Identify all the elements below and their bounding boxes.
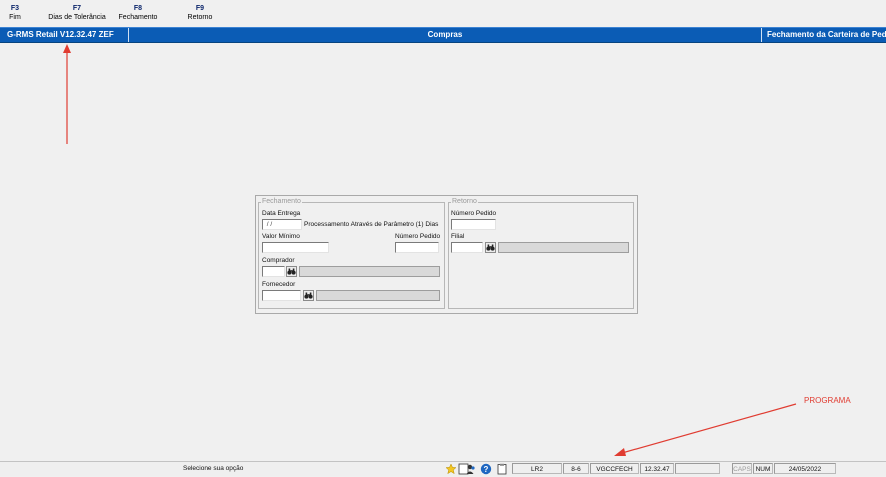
status-cell-blank	[675, 463, 720, 474]
status-cell-date: 24/05/2022	[774, 463, 836, 474]
processamento-text: Processamento Através de Parâmetro (1) D…	[304, 221, 439, 228]
help-icon[interactable]: ?	[480, 463, 492, 475]
retorno-legend: Retorno	[452, 198, 477, 205]
binoculars-icon	[304, 292, 313, 299]
comprador-lookup-button[interactable]	[286, 266, 297, 277]
binoculars-icon	[287, 268, 296, 275]
program-title: Fechamento da Carteira de Ped	[767, 30, 886, 39]
f8-label: Fechamento	[118, 14, 158, 21]
f7-key: F7	[72, 5, 82, 12]
comprador-field[interactable]	[262, 266, 285, 277]
users-icon[interactable]	[458, 463, 476, 475]
status-message: Selecione sua opção	[183, 465, 244, 472]
f9-label: Retorno	[187, 14, 213, 21]
fornecedor-field[interactable]	[262, 290, 301, 301]
filial-label: Filial	[451, 233, 465, 240]
annotation-arrow-programa	[614, 403, 797, 456]
f9-key: F9	[195, 5, 205, 12]
status-cell-num: NUM	[753, 463, 773, 474]
binoculars-icon	[486, 244, 495, 251]
retorno-numero-pedido-label: Número Pedido	[451, 210, 497, 217]
status-cell-version: 8-6	[563, 463, 589, 474]
filial-description	[498, 242, 629, 253]
data-entrega-label: Data Entrega	[262, 210, 301, 217]
svg-text:?: ?	[484, 465, 489, 474]
status-cell-lr2: LR2	[512, 463, 562, 474]
valor-minimo-field[interactable]	[262, 242, 329, 253]
fechamento-retorno-form: Fechamento Data Entrega Processamento At…	[255, 195, 638, 314]
f8-fechamento-button[interactable]: F8 Fechamento	[115, 4, 161, 22]
status-bar: Selecione sua opção ? LR2 8-6 VGCCFECH 1…	[0, 461, 886, 476]
title-divider	[761, 28, 762, 42]
star-icon[interactable]	[445, 463, 457, 475]
filial-field[interactable]	[451, 242, 483, 253]
f8-key: F8	[133, 5, 143, 12]
comprador-label: Comprador	[262, 257, 295, 264]
numero-pedido-label: Número Pedido	[395, 233, 441, 240]
comprador-description	[299, 266, 440, 277]
function-key-bar: F3 Fim F7 Dias de Tolerância F8 Fechamen…	[0, 0, 886, 26]
f3-label: Fim	[9, 14, 21, 21]
status-cell-caps: CAPS	[732, 463, 752, 474]
module-title: Compras	[427, 30, 463, 39]
f7-label: Dias de Tolerância	[48, 14, 106, 21]
status-cell-program: VGCCFECH	[590, 463, 639, 474]
fornecedor-lookup-button[interactable]	[303, 290, 314, 301]
data-entrega-field[interactable]	[262, 219, 302, 230]
f7-dias-tolerancia-button[interactable]: F7 Dias de Tolerância	[44, 4, 110, 22]
f9-retorno-button[interactable]: F9 Retorno	[183, 4, 217, 22]
fechamento-legend: Fechamento	[262, 198, 301, 205]
retorno-numero-pedido-field[interactable]	[451, 219, 496, 230]
app-version-title: G-RMS Retail V12.32.47 ZEF	[7, 30, 114, 39]
numero-pedido-field[interactable]	[395, 242, 439, 253]
clipboard-icon[interactable]	[496, 463, 508, 475]
title-bar: G-RMS Retail V12.32.47 ZEF Compras Fecha…	[0, 27, 886, 43]
annotation-arrow-up	[63, 44, 71, 144]
fornecedor-label: Fornecedor	[262, 281, 296, 288]
valor-minimo-label: Valor Mínimo	[262, 233, 300, 240]
f3-key: F3	[10, 5, 20, 12]
status-cell-time: 12.32.47	[640, 463, 674, 474]
fornecedor-description	[316, 290, 440, 301]
f3-fim-button[interactable]: F3 Fim	[4, 4, 26, 22]
filial-lookup-button[interactable]	[485, 242, 496, 253]
programa-annotation-label: PROGRAMA	[804, 396, 851, 405]
